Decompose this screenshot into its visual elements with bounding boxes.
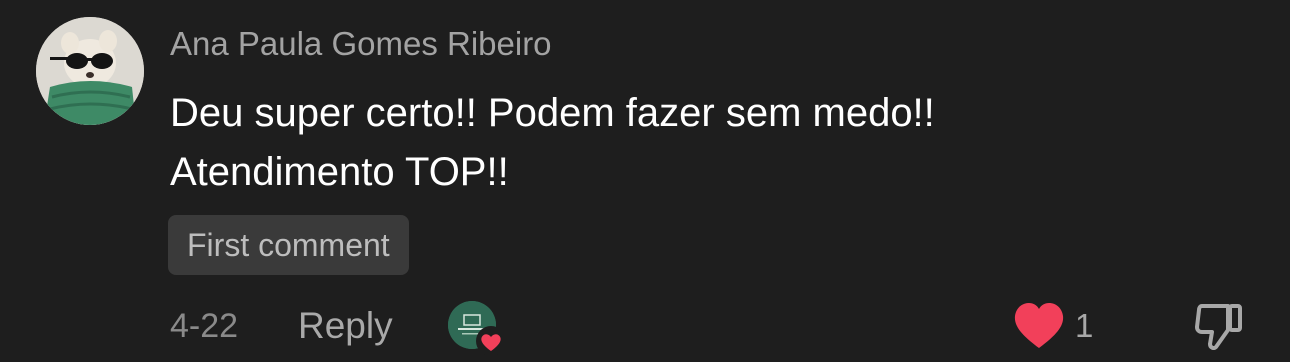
comment-date: 4-22 (170, 307, 239, 345)
author-name[interactable]: Ana Paula Gomes Ribeiro (170, 24, 552, 64)
thumbs-down-icon[interactable] (1194, 302, 1244, 350)
heart-icon (476, 326, 506, 356)
like-count: 1 (1075, 307, 1094, 344)
first-comment-badge: First comment (168, 215, 409, 275)
reply-button[interactable]: Reply (298, 305, 393, 347)
comment-text: Deu super certo!! Podem fazer sem medo!!… (170, 84, 1170, 202)
creator-liked-indicator (448, 301, 508, 357)
author-avatar[interactable] (36, 17, 144, 125)
heart-icon[interactable] (1012, 300, 1066, 350)
comment-text-line: Deu super certo!! Podem fazer sem medo!! (170, 91, 935, 135)
comment-text-line: Atendimento TOP!! (170, 150, 509, 194)
comment-item: Ana Paula Gomes Ribeiro Deu super certo!… (0, 0, 1290, 362)
